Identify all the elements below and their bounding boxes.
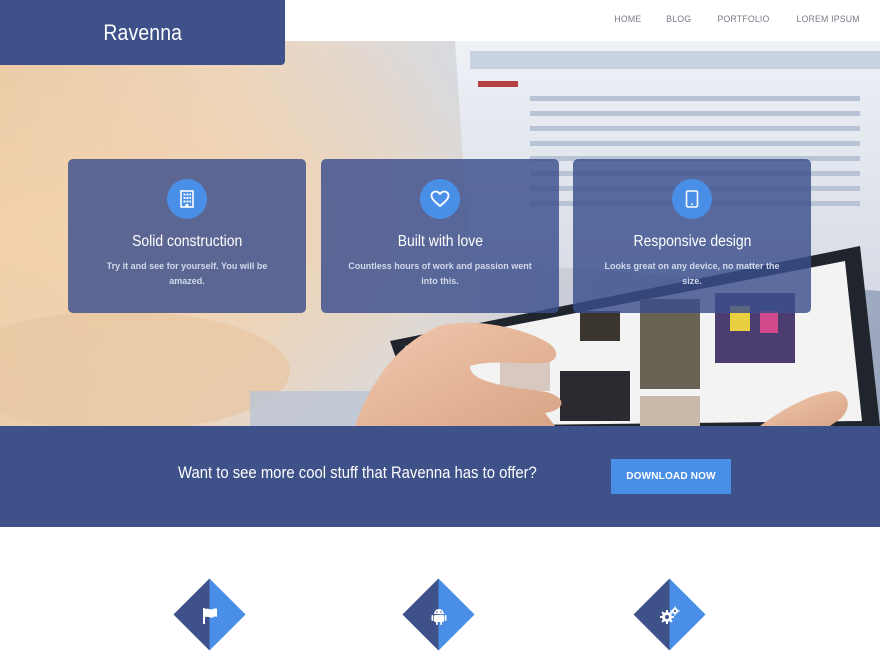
heart-icon [430, 190, 450, 208]
nav-home-link[interactable]: HOME [615, 14, 642, 25]
gears-icon [659, 605, 681, 627]
cta-band: Want to see more cool stuff that Ravenna… [0, 426, 880, 527]
android-icon [428, 605, 450, 627]
nav-blog-link[interactable]: BLOG [666, 14, 691, 25]
download-now-button[interactable]: DOWNLOAD NOW [611, 459, 731, 494]
card-title: Responsive design [633, 233, 751, 250]
card-text: Try it and see for yourself. You will be… [106, 261, 268, 286]
brand-name: Ravenna [103, 19, 182, 45]
card-title: Built with love [397, 233, 483, 250]
icon-circle [420, 179, 460, 219]
main-nav: HOME BLOG PORTFOLIO LOREM IPSUM [590, 14, 860, 25]
cta-text: Want to see more cool stuff that Ravenna… [178, 464, 537, 482]
card-text: Looks great on any device, no matter the… [604, 261, 780, 286]
feature-card-built-with-love: Built with love Countless hours of work … [321, 159, 559, 313]
card-text: Countless hours of work and passion went… [348, 261, 532, 286]
nav-lorem-ipsum-link[interactable]: LOREM IPSUM [797, 14, 860, 25]
hero-section: Solid construction Try it and see for yo… [0, 41, 880, 426]
brand-logo[interactable]: Ravenna [0, 0, 285, 65]
icon-circle [167, 179, 207, 219]
feature-card-responsive-design: Responsive design Looks great on any dev… [573, 159, 811, 313]
feature-card-solid-construction: Solid construction Try it and see for yo… [68, 159, 306, 313]
building-icon [180, 190, 194, 208]
nav-portfolio-link[interactable]: PORTFOLIO [717, 14, 769, 25]
flag-icon [199, 605, 221, 627]
card-title: Solid construction [131, 233, 243, 250]
icon-circle [672, 179, 712, 219]
tablet-icon [685, 190, 699, 208]
